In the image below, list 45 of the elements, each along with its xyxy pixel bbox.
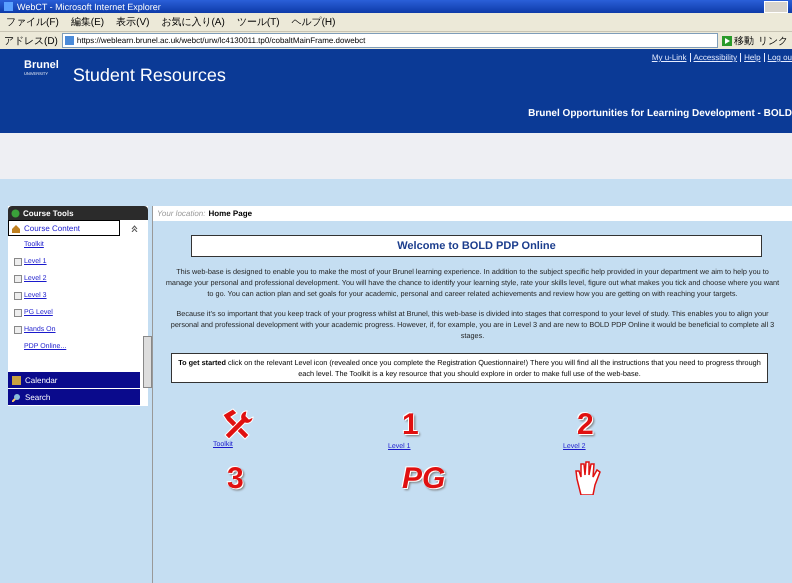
site-title: Student Resources: [72, 65, 226, 87]
logo: Brunel: [24, 59, 59, 71]
house-icon: [11, 224, 21, 232]
location-label: Your location:: [157, 209, 206, 218]
site-subtitle: Brunel Opportunities for Learning Development - BOLD: [528, 108, 792, 119]
window-controls[interactable]: [764, 0, 788, 12]
menu-item[interactable]: お気に入り(A): [161, 15, 225, 29]
tool-item[interactable]: Calendar: [8, 372, 140, 389]
browser-icon: [4, 2, 13, 11]
course-tools-header: Course Tools: [8, 206, 148, 220]
search-icon: [12, 392, 21, 402]
expand-icon[interactable]: [14, 258, 22, 266]
go-button[interactable]: 移動: [722, 34, 754, 48]
tool-item[interactable]: Search: [8, 389, 140, 406]
expand-icon[interactable]: [14, 326, 22, 334]
window-title: WebCT - Microsoft Internet Explorer: [17, 2, 161, 12]
expand-icon[interactable]: [14, 308, 22, 316]
level-icon[interactable]: 3: [227, 461, 244, 497]
links-label[interactable]: リンク: [758, 34, 788, 48]
menu-item[interactable]: ヘルプ(H): [292, 15, 336, 29]
header-link[interactable]: Help: [740, 53, 761, 62]
header-link[interactable]: My u-Link: [648, 53, 686, 62]
location-value: Home Page: [208, 209, 252, 218]
header-link[interactable]: Log ou: [764, 53, 792, 62]
welcome-heading: Welcome to BOLD PDP Online: [191, 235, 762, 257]
address-field[interactable]: https://weblearn.brunel.ac.uk/webct/urw/lc4130011.tp0/cobaltMainFrame.dowebct: [62, 33, 718, 48]
go-arrow-icon[interactable]: [722, 36, 732, 46]
circle-icon: [11, 208, 20, 218]
level-icon[interactable]: PG: [402, 461, 446, 497]
menu-item[interactable]: 表示(V): [116, 15, 150, 29]
resize-handle[interactable]: [143, 336, 152, 388]
expand-icon[interactable]: [14, 292, 22, 300]
page-icon: [64, 36, 74, 45]
level-icon[interactable]: 1: [402, 407, 419, 443]
expand-icon[interactable]: [14, 274, 22, 282]
course-content-tab[interactable]: Course Content: [8, 220, 120, 236]
menu-item[interactable]: 編集(E): [70, 15, 104, 29]
calendar-icon: [12, 376, 21, 384]
collapse-icon[interactable]: [131, 224, 138, 232]
address-label: アドレス(D): [4, 34, 58, 48]
hand-icon[interactable]: [573, 461, 603, 495]
menu-item[interactable]: ファイル(F): [6, 15, 59, 29]
header-link[interactable]: Accessibility: [690, 53, 738, 62]
level-icon[interactable]: 2: [577, 407, 594, 443]
menu-item[interactable]: ツール(T): [236, 15, 280, 29]
